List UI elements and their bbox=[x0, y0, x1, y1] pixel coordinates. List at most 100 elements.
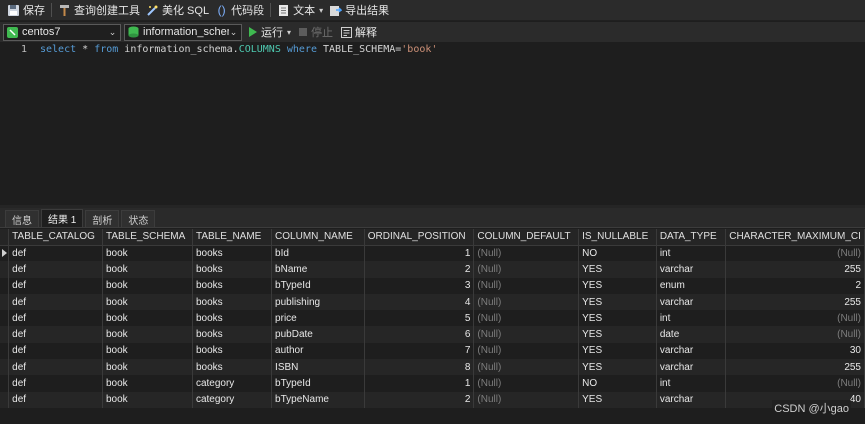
table-cell[interactable]: (Null) bbox=[473, 245, 580, 262]
table-cell[interactable]: 255 bbox=[725, 261, 865, 278]
row-selector[interactable] bbox=[0, 277, 10, 294]
table-cell[interactable]: (Null) bbox=[473, 375, 580, 392]
table-row[interactable]: def book books publishing 4 (Null) YES varchar 2… bbox=[0, 293, 865, 311]
row-selector[interactable] bbox=[0, 391, 10, 408]
table-cell[interactable]: 255 bbox=[725, 293, 865, 311]
table-cell[interactable]: def bbox=[8, 359, 103, 376]
table-cell[interactable]: (Null) bbox=[473, 293, 580, 311]
table-cell[interactable]: bName bbox=[271, 261, 365, 278]
table-cell[interactable]: 2 bbox=[364, 391, 475, 408]
table-cell[interactable]: (Null) bbox=[473, 342, 580, 360]
table-cell[interactable]: category bbox=[192, 391, 273, 408]
chevron-down-icon[interactable]: ▾ bbox=[287, 28, 291, 37]
table-cell[interactable]: book bbox=[102, 375, 193, 392]
table-cell[interactable]: 1 bbox=[364, 375, 475, 392]
table-cell[interactable]: YES bbox=[578, 326, 657, 343]
table-row[interactable]: def book books price 5 (Null) YES int (Null) bbox=[0, 310, 865, 327]
table-cell[interactable]: def bbox=[8, 277, 103, 294]
row-selector[interactable] bbox=[0, 310, 10, 327]
table-row[interactable]: def book books pubDate 6 (Null) YES date (Null) bbox=[0, 326, 865, 343]
table-cell[interactable]: price bbox=[271, 310, 365, 327]
table-cell[interactable]: enum bbox=[656, 277, 727, 294]
table-cell[interactable]: 7 bbox=[364, 342, 475, 360]
table-cell[interactable]: book bbox=[102, 391, 193, 408]
table-row[interactable]: def book category bTypeName 2 (Null) YES varcha… bbox=[0, 391, 865, 408]
table-cell[interactable]: book bbox=[102, 261, 193, 278]
row-selector[interactable] bbox=[0, 293, 10, 311]
table-row[interactable]: def book books bTypeId 3 (Null) YES enum 2 bbox=[0, 277, 865, 294]
code-snippet-button[interactable]: () 代码段 bbox=[212, 1, 267, 20]
table-cell[interactable]: 6 bbox=[364, 326, 475, 343]
table-cell[interactable]: bTypeName bbox=[271, 391, 365, 408]
table-cell[interactable]: books bbox=[192, 310, 273, 327]
table-cell[interactable]: book bbox=[102, 310, 193, 327]
table-cell[interactable]: YES bbox=[578, 359, 657, 376]
tab-info[interactable]: 信息 bbox=[5, 210, 39, 227]
table-cell[interactable]: books bbox=[192, 245, 273, 262]
table-cell[interactable]: 1 bbox=[364, 245, 475, 262]
table-cell[interactable]: YES bbox=[578, 391, 657, 408]
table-cell[interactable]: 30 bbox=[725, 342, 865, 360]
table-cell[interactable]: YES bbox=[578, 293, 657, 311]
table-cell[interactable]: book bbox=[102, 326, 193, 343]
table-cell[interactable]: def bbox=[8, 326, 103, 343]
table-cell[interactable]: YES bbox=[578, 261, 657, 278]
table-cell[interactable]: books bbox=[192, 277, 273, 294]
table-cell[interactable]: publishing bbox=[271, 293, 365, 311]
database-select[interactable]: information_schema ⌄ bbox=[124, 23, 242, 41]
column-header[interactable]: TABLE_SCHEMA bbox=[102, 229, 193, 246]
table-cell[interactable]: (Null) bbox=[473, 359, 580, 376]
beautify-sql-button[interactable]: 美化 SQL bbox=[143, 1, 212, 20]
tab-result-1[interactable]: 结果 1 bbox=[41, 209, 84, 227]
table-cell[interactable]: books bbox=[192, 342, 273, 360]
table-cell[interactable]: varchar bbox=[656, 261, 727, 278]
table-cell[interactable]: bTypeId bbox=[271, 375, 365, 392]
table-cell[interactable]: NO bbox=[578, 375, 657, 392]
table-cell[interactable]: pubDate bbox=[271, 326, 365, 343]
table-cell[interactable]: def bbox=[8, 245, 103, 262]
table-cell[interactable]: category bbox=[192, 375, 273, 392]
table-cell[interactable]: books bbox=[192, 359, 273, 376]
query-builder-button[interactable]: 查询创建工具 bbox=[55, 1, 143, 20]
row-selector[interactable] bbox=[0, 342, 10, 360]
table-row[interactable]: def book books bId 1 (Null) NO int (Null) bbox=[0, 245, 865, 262]
table-cell[interactable]: YES bbox=[578, 310, 657, 327]
table-cell[interactable]: books bbox=[192, 261, 273, 278]
table-cell[interactable]: def bbox=[8, 310, 103, 327]
table-cell[interactable]: int bbox=[656, 245, 727, 262]
table-cell[interactable]: 3 bbox=[364, 277, 475, 294]
column-header[interactable]: COLUMN_NAME bbox=[271, 229, 365, 246]
chevron-down-icon[interactable]: ▾ bbox=[319, 6, 323, 15]
column-header[interactable]: TABLE_NAME bbox=[192, 229, 273, 246]
row-selector[interactable] bbox=[0, 375, 10, 392]
tab-profile[interactable]: 剖析 bbox=[85, 210, 120, 227]
row-selector[interactable] bbox=[0, 326, 10, 343]
stop-button[interactable]: 停止 bbox=[295, 24, 337, 41]
table-cell[interactable]: books bbox=[192, 326, 273, 343]
table-row[interactable]: def book books author 7 (Null) YES varchar 30 bbox=[0, 342, 865, 360]
column-header[interactable]: DATA_TYPE bbox=[656, 229, 727, 246]
column-header[interactable]: COLUMN_DEFAULT bbox=[473, 229, 580, 246]
column-header[interactable]: TABLE_CATALOG bbox=[8, 229, 103, 246]
table-cell[interactable]: (Null) bbox=[473, 326, 580, 343]
save-button[interactable]: 保存 bbox=[4, 1, 48, 20]
table-cell[interactable]: 2 bbox=[725, 277, 865, 294]
table-cell[interactable]: (Null) bbox=[473, 310, 580, 327]
table-cell[interactable]: (Null) bbox=[725, 245, 865, 262]
table-cell[interactable]: (Null) bbox=[725, 375, 865, 392]
table-cell[interactable]: book bbox=[102, 293, 193, 311]
table-cell[interactable]: (Null) bbox=[473, 277, 580, 294]
table-cell[interactable]: (Null) bbox=[725, 326, 865, 343]
table-cell[interactable]: book bbox=[102, 277, 193, 294]
table-cell[interactable]: (Null) bbox=[473, 261, 580, 278]
sql-editor[interactable]: 1 select * from information_schema.COLUM… bbox=[0, 42, 865, 205]
table-cell[interactable]: 4 bbox=[364, 293, 475, 311]
export-result-button[interactable]: 导出结果 bbox=[326, 1, 392, 20]
table-cell[interactable]: book bbox=[102, 245, 193, 262]
table-cell[interactable]: ISBN bbox=[271, 359, 365, 376]
table-cell[interactable]: author bbox=[271, 342, 365, 360]
table-cell[interactable]: NO bbox=[578, 245, 657, 262]
table-cell[interactable]: 255 bbox=[725, 359, 865, 376]
run-button[interactable]: 运行 ▾ bbox=[245, 24, 295, 41]
table-cell[interactable]: varchar bbox=[656, 293, 727, 311]
